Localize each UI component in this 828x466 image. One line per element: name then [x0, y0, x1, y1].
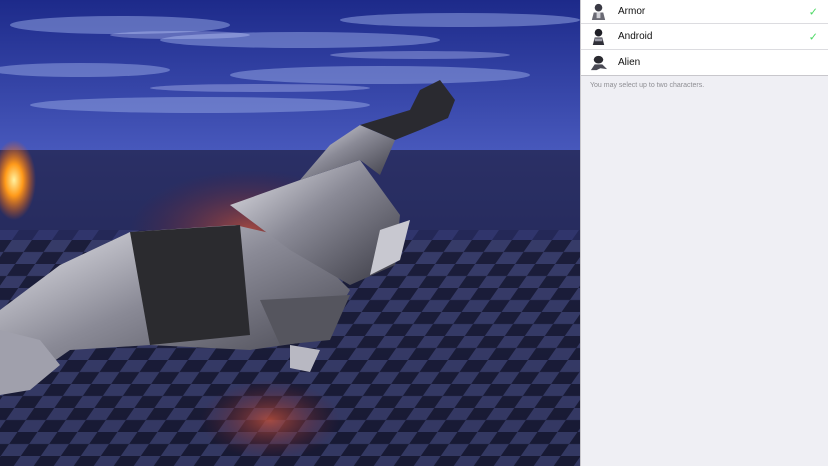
selection-hint: You may select up to two characters. — [590, 82, 705, 89]
character-list: Armor ✓ Android ✓ Alien — [581, 0, 828, 76]
character-label: Android — [618, 31, 653, 42]
android-avatar-icon — [589, 27, 608, 46]
character-picker-panel: Armor ✓ Android ✓ Alien You may select u… — [580, 0, 828, 466]
checkmark-icon: ✓ — [808, 30, 818, 43]
3d-viewport[interactable] — [0, 0, 580, 466]
alien-avatar-icon — [589, 53, 608, 72]
armor-avatar-icon — [589, 2, 608, 21]
character-label: Armor — [618, 6, 646, 17]
character-row-alien[interactable]: Alien — [581, 50, 828, 76]
scene-render — [0, 0, 580, 466]
checkmark-icon: ✓ — [808, 5, 818, 18]
character-row-armor[interactable]: Armor ✓ — [581, 0, 828, 24]
character-label: Alien — [618, 57, 641, 68]
character-row-android[interactable]: Android ✓ — [581, 24, 828, 50]
